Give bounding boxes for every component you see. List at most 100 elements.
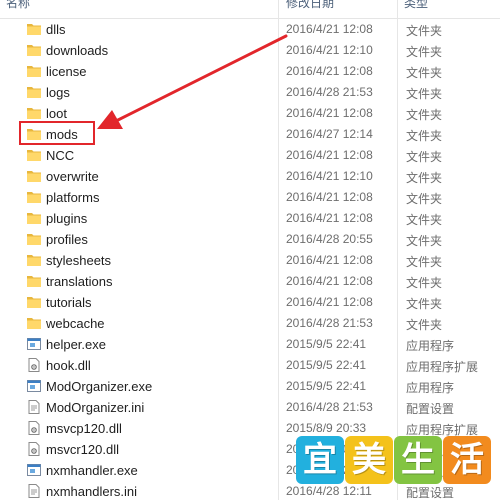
file-date-modified: 2016/4/28 20:55 [286,232,373,246]
file-name: tutorials [46,295,92,310]
file-name: stylesheets [46,253,112,268]
file-name: profiles [46,232,88,247]
file-type: 文件夹 [406,276,443,290]
folder-icon [26,84,42,100]
file-date-modified: 2016/4/21 12:08 [286,106,373,120]
file-row[interactable]: stylesheets 2016/4/21 12:08 文件夹 [0,250,500,271]
file-name: nxmhandlers.ini [46,484,138,499]
watermark-character: 美 [345,436,393,484]
application-icon [26,462,42,478]
folder-icon [26,294,42,310]
file-type: 文件夹 [406,171,443,185]
file-name: ModOrganizer.exe [46,379,153,394]
file-name: logs [46,85,70,100]
file-row[interactable]: downloads 2016/4/21 12:10 文件夹 [0,40,500,61]
file-type: 文件夹 [406,45,443,59]
file-row[interactable]: translations 2016/4/21 12:08 文件夹 [0,271,500,292]
file-type: 文件夹 [406,108,443,122]
file-date-modified: 2016/4/21 12:08 [286,253,373,267]
file-date-modified: 2016/4/21 12:10 [286,169,373,183]
column-header-type[interactable]: 类型 [404,0,428,11]
file-date-modified: 2016/4/21 12:08 [286,295,373,309]
file-row[interactable]: platforms 2016/4/21 12:08 文件夹 [0,187,500,208]
watermark-character: 活 [443,436,491,484]
file-name: overwrite [46,169,99,184]
column-header-name[interactable]: 名称 [6,0,30,11]
file-row[interactable]: profiles 2016/4/28 20:55 文件夹 [0,229,500,250]
file-date-modified: 2016/4/28 21:53 [286,400,373,414]
file-name: dlls [46,22,66,37]
application-icon [26,336,42,352]
column-header-bar: 名称 修改日期 类型 [0,0,500,19]
file-type: 文件夹 [406,234,443,248]
file-date-modified: 2015/9/5 22:41 [286,337,367,351]
file-name: msvcp120.dll [46,421,122,436]
file-date-modified: 2015/9/5 22:41 [286,358,367,372]
file-type: 文件夹 [406,192,443,206]
column-header-date-modified[interactable]: 修改日期 [286,0,334,11]
file-date-modified: 2016/4/28 21:53 [286,316,373,330]
file-name: hook.dll [46,358,91,373]
file-name: msvcr120.dll [46,442,119,457]
file-type: 文件夹 [406,297,443,311]
folder-icon [26,63,42,79]
file-row[interactable]: plugins 2016/4/21 12:08 文件夹 [0,208,500,229]
folder-icon [26,21,42,37]
file-row[interactable]: webcache 2016/4/28 21:53 文件夹 [0,313,500,334]
config-file-icon [26,483,42,499]
folder-icon [26,168,42,184]
file-type: 文件夹 [406,213,443,227]
file-date-modified: 2016/4/27 12:14 [286,127,373,141]
file-type: 文件夹 [406,66,443,80]
file-date-modified: 2016/4/21 12:08 [286,211,373,225]
folder-icon [26,273,42,289]
file-name: ModOrganizer.ini [46,400,145,415]
file-date-modified: 2015/9/5 22:41 [286,379,367,393]
file-date-modified: 2015/8/9 20:33 [286,421,367,435]
watermark-character: 宜 [296,436,344,484]
file-name: nxmhandler.exe [46,463,138,478]
folder-icon [26,42,42,58]
file-name: plugins [46,211,88,226]
file-name: downloads [46,43,109,58]
file-name: helper.exe [46,337,106,352]
file-type: 文件夹 [406,255,443,269]
dll-file-icon [26,420,42,436]
file-row[interactable]: hook.dll 2015/9/5 22:41 应用程序扩展 [0,355,500,376]
file-name: translations [46,274,113,289]
dll-file-icon [26,357,42,373]
file-name: license [46,64,87,79]
file-type: 应用程序扩展 [406,360,479,374]
file-row[interactable]: NCC 2016/4/21 12:08 文件夹 [0,145,500,166]
file-row[interactable]: license 2016/4/21 12:08 文件夹 [0,61,500,82]
file-date-modified: 2016/4/21 12:08 [286,274,373,288]
folder-icon [26,231,42,247]
file-row[interactable]: ModOrganizer.exe 2015/9/5 22:41 应用程序 [0,376,500,397]
annotation-highlight-box [19,121,95,145]
file-row[interactable]: dlls 2016/4/21 12:08 文件夹 [0,19,500,40]
file-type: 应用程序 [406,381,455,395]
config-file-icon [26,399,42,415]
file-date-modified: 2016/4/21 12:10 [286,43,373,57]
file-row[interactable]: tutorials 2016/4/21 12:08 文件夹 [0,292,500,313]
folder-icon [26,252,42,268]
file-type: 文件夹 [406,318,443,332]
file-row[interactable]: ModOrganizer.ini 2016/4/28 21:53 配置设置 [0,397,500,418]
dll-file-icon [26,441,42,457]
application-icon [26,378,42,394]
file-name: loot [46,106,67,121]
watermark-character: 生 [394,436,442,484]
file-row[interactable]: logs 2016/4/28 21:53 文件夹 [0,82,500,103]
file-name: NCC [46,148,75,163]
file-type: 文件夹 [406,87,443,101]
file-type: 应用程序 [406,339,455,353]
file-row[interactable]: overwrite 2016/4/21 12:10 文件夹 [0,166,500,187]
file-type: 配置设置 [406,402,455,416]
folder-icon [26,210,42,226]
file-name: webcache [46,316,105,331]
file-date-modified: 2016/4/21 12:08 [286,64,373,78]
file-date-modified: 2016/4/21 12:08 [286,22,373,36]
file-row[interactable]: helper.exe 2015/9/5 22:41 应用程序 [0,334,500,355]
file-date-modified: 2016/4/21 12:08 [286,190,373,204]
file-type: 文件夹 [406,129,443,143]
